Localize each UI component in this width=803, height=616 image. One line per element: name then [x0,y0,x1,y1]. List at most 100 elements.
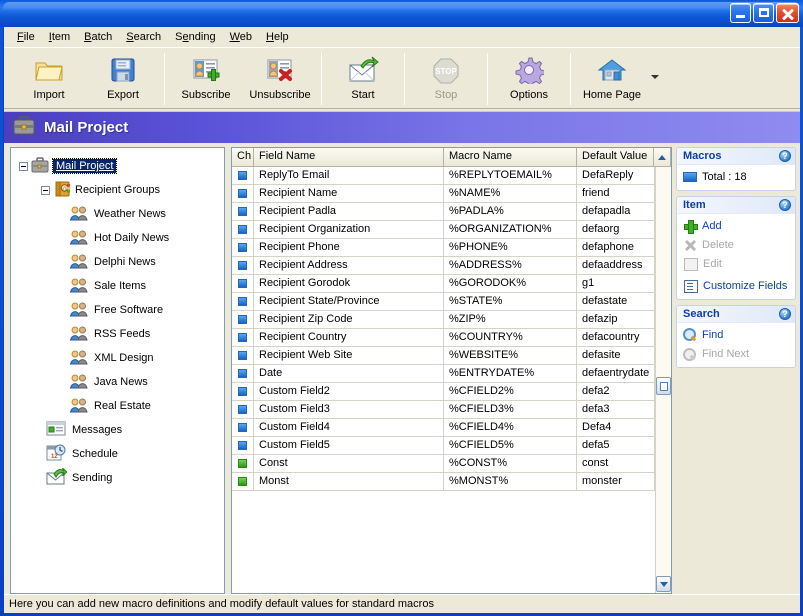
row-channel-cell[interactable] [232,365,254,382]
minimize-button[interactable] [730,3,751,23]
panel-group-search-header[interactable]: Search ? [677,306,795,323]
row-channel-cell[interactable] [232,167,254,184]
toolbar-stop-button[interactable]: STOP Stop [409,51,483,107]
help-icon[interactable]: ? [779,150,791,162]
tree-node-sale-items[interactable]: Sale Items [17,274,224,298]
grid-rows: ReplyTo Email %REPLYTOEMAIL% DefaReply R… [232,167,655,593]
search-find-next-action[interactable]: Find Next [683,346,791,362]
table-row[interactable]: Custom Field4 %CFIELD4% Defa4 [232,419,655,437]
row-channel-cell[interactable] [232,257,254,274]
tree-node-java-news[interactable]: Java News [17,370,224,394]
menu-item[interactable]: Item [42,29,77,45]
menu-sending[interactable]: Sending [168,29,222,45]
row-channel-cell[interactable] [232,437,254,454]
panel-group-item-header[interactable]: Item ? [677,197,795,214]
row-channel-cell[interactable] [232,401,254,418]
tree-node-real-estate[interactable]: Real Estate [17,394,224,418]
row-channel-cell[interactable] [232,473,254,490]
tree-node-free-software[interactable]: Free Software [17,298,224,322]
menu-search[interactable]: Search [119,29,168,45]
help-icon[interactable]: ? [779,199,791,211]
toolbar-unsubscribe-button[interactable]: Unsubscribe [243,51,317,107]
tree-node-messages[interactable]: Messages [17,418,224,442]
table-row[interactable]: Recipient Name %NAME% friend [232,185,655,203]
table-row[interactable]: Monst %MONST% monster [232,473,655,491]
table-row[interactable]: Date %ENTRYDATE% defaentrydate [232,365,655,383]
item-customize-fields-action[interactable]: Customize Fields [683,278,791,294]
toolbar-options-button[interactable]: Options [492,51,566,107]
toolbar-import-button[interactable]: Import [12,51,86,107]
table-row[interactable]: Custom Field3 %CFIELD3% defa3 [232,401,655,419]
tree-node-weather-news[interactable]: Weather News [17,202,224,226]
row-channel-cell[interactable] [232,293,254,310]
table-row[interactable]: Recipient Country %COUNTRY% defacountry [232,329,655,347]
row-channel-cell[interactable] [232,203,254,220]
maximize-button[interactable] [753,3,774,23]
grid-header-default-value[interactable]: Default Value [577,148,654,167]
grid-header-macro-name[interactable]: Macro Name [444,148,577,167]
table-row[interactable]: Recipient Padla %PADLA% defapadla [232,203,655,221]
scrollbar-thumb[interactable] [656,377,671,395]
grid-header-field-name[interactable]: Field Name [254,148,444,167]
table-row[interactable]: Recipient Web Site %WEBSITE% defasite [232,347,655,365]
tree-node-recipient-groups[interactable]: @ Recipient Groups [17,178,224,202]
toolbar-homepage-button[interactable]: Home Page [575,51,649,107]
toolbar-stop-label: Stop [435,89,458,101]
row-channel-cell[interactable] [232,383,254,400]
scrollbar-track[interactable] [656,167,671,575]
tree-node-xml-design[interactable]: XML Design [17,346,224,370]
panel-group-macros-header[interactable]: Macros ? [677,148,795,165]
row-channel-cell[interactable] [232,311,254,328]
tree-node-hot-daily-news[interactable]: Hot Daily News [17,226,224,250]
row-channel-cell[interactable] [232,221,254,238]
table-row[interactable]: ReplyTo Email %REPLYTOEMAIL% DefaReply [232,167,655,185]
toolbar-start-button[interactable]: Start [326,51,400,107]
menu-file[interactable]: File [10,29,42,45]
item-delete-action[interactable]: Delete [683,237,791,253]
table-row[interactable]: Recipient Organization %ORGANIZATION% de… [232,221,655,239]
table-row[interactable]: Custom Field5 %CFIELD5% defa5 [232,437,655,455]
table-row[interactable]: Custom Field2 %CFIELD2% defa2 [232,383,655,401]
svg-text:@: @ [62,186,67,192]
row-macro-name: %CFIELD4% [444,419,577,436]
row-channel-cell[interactable] [232,329,254,346]
recipient-group-icon [69,229,89,248]
row-channel-cell[interactable] [232,347,254,364]
table-row[interactable]: Recipient Zip Code %ZIP% defazip [232,311,655,329]
macros-grid[interactable]: Ch Field Name Macro Name Default Value [231,147,672,594]
table-row[interactable]: Recipient Gorodok %GORODOK% g1 [232,275,655,293]
scroll-down-button[interactable] [656,576,671,592]
grid-scroll-up-button[interactable] [654,148,671,167]
toolbar-subscribe-button[interactable]: Subscribe [169,51,243,107]
row-channel-cell[interactable] [232,185,254,202]
tree-node-sending[interactable]: Sending [17,466,224,490]
table-row[interactable]: Recipient State/Province %STATE% defasta… [232,293,655,311]
tree-node-delphi-news[interactable]: Delphi News [17,250,224,274]
row-channel-cell[interactable] [232,239,254,256]
grid-header-ch[interactable]: Ch [232,148,254,167]
table-row[interactable]: Recipient Address %ADDRESS% defaaddress [232,257,655,275]
toolbar-export-button[interactable]: Export [86,51,160,107]
menu-web[interactable]: Web [223,29,259,45]
search-find-action[interactable]: Find [683,327,791,343]
close-button[interactable] [776,3,799,23]
row-channel-cell[interactable] [232,275,254,292]
tree-node-rss-feeds[interactable]: RSS Feeds [17,322,224,346]
row-channel-cell[interactable] [232,419,254,436]
tree-node-label: Delphi News [94,256,156,268]
menu-help[interactable]: Help [259,29,296,45]
table-row[interactable]: Const %CONST% const [232,455,655,473]
row-channel-cell[interactable] [232,455,254,472]
item-edit-action[interactable]: Edit [683,256,791,272]
help-icon[interactable]: ? [779,308,791,320]
expander-minus-icon[interactable] [41,186,50,195]
menu-batch[interactable]: Batch [77,29,119,45]
grid-vertical-scrollbar[interactable] [655,167,671,593]
table-row[interactable]: Recipient Phone %PHONE% defaphone [232,239,655,257]
tree-node-schedule[interactable]: 12 Schedule [17,442,224,466]
expander-minus-icon[interactable] [19,162,28,171]
tree-node-mail-project[interactable]: Mail Project [17,154,224,178]
item-add-action[interactable]: Add [683,218,791,234]
project-tree[interactable]: Mail Project @ [10,147,225,594]
chevron-down-icon[interactable] [651,75,659,79]
